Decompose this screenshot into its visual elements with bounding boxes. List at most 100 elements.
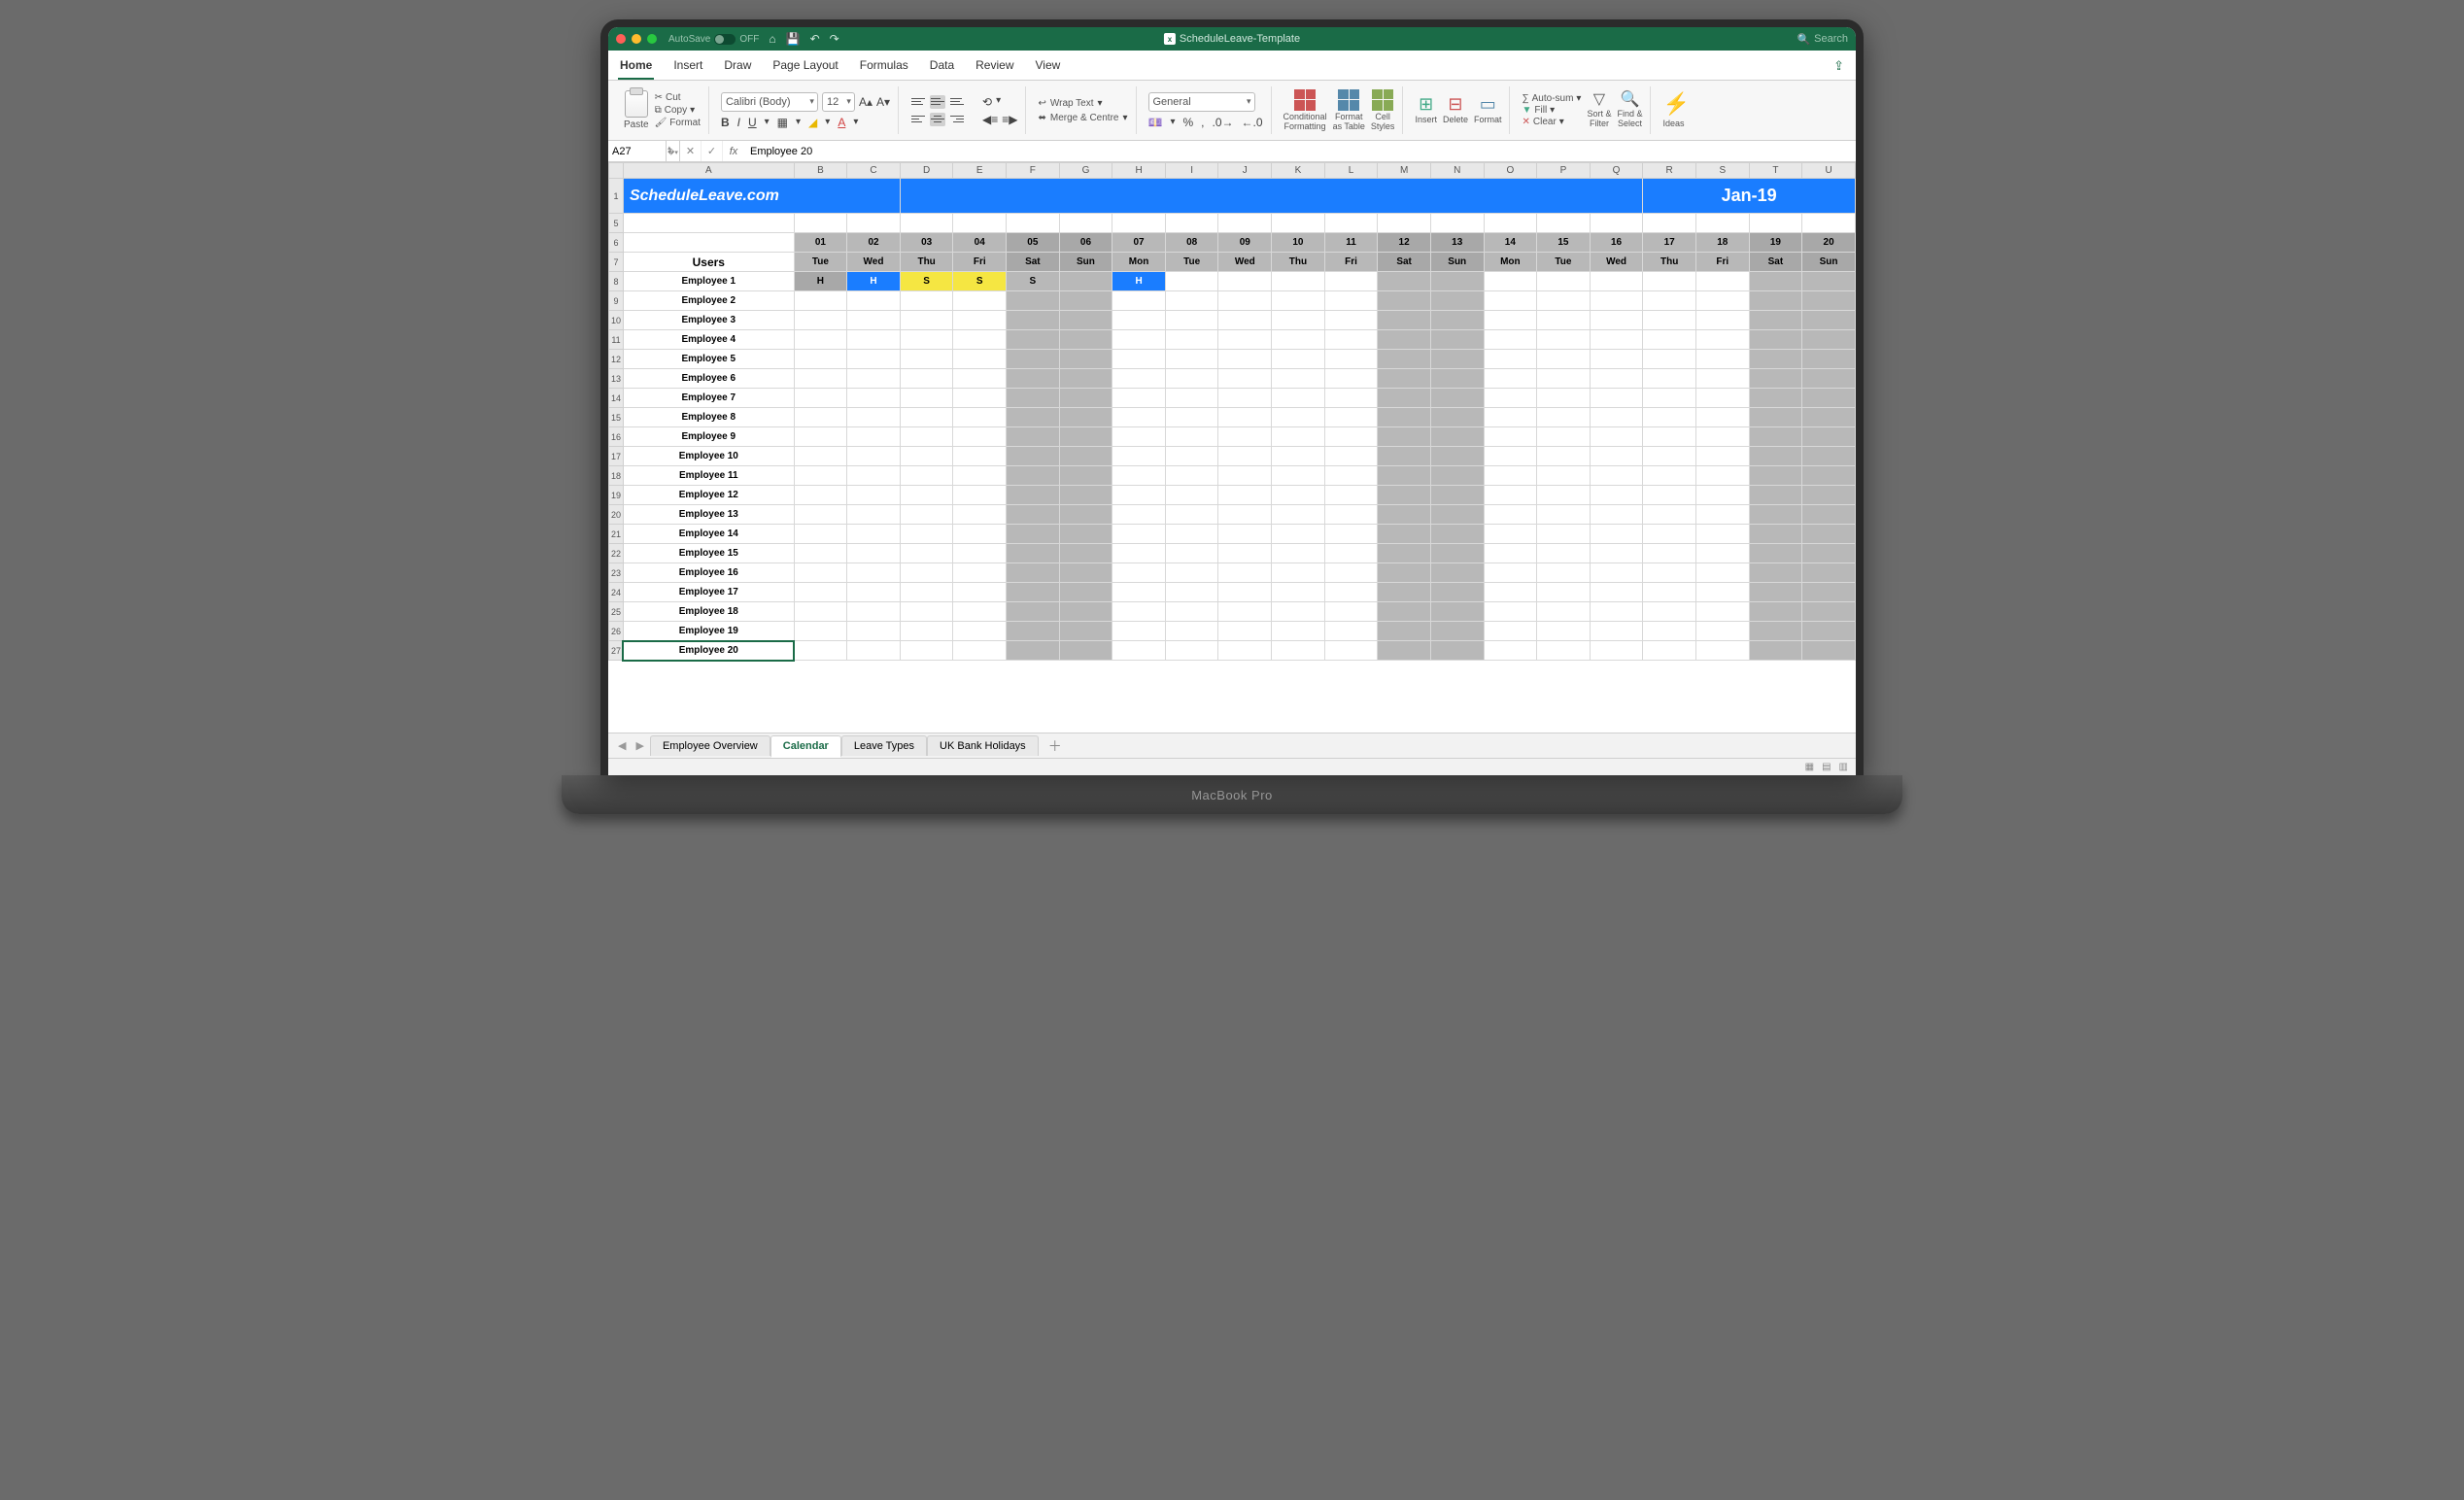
cell[interactable]: 03 — [900, 233, 953, 253]
home-icon[interactable]: ⌂ — [769, 32, 775, 46]
cell[interactable] — [1165, 291, 1218, 311]
cell[interactable] — [1695, 350, 1749, 369]
cell[interactable] — [1378, 272, 1431, 291]
ribbon-tab-formulas[interactable]: Formulas — [858, 54, 910, 80]
cell[interactable] — [623, 214, 794, 233]
cell[interactable] — [1802, 583, 1856, 602]
cell[interactable] — [1749, 350, 1802, 369]
cell[interactable] — [1272, 214, 1325, 233]
col-header-N[interactable]: N — [1430, 163, 1484, 179]
cell[interactable] — [1537, 330, 1591, 350]
cell[interactable] — [1643, 641, 1696, 661]
cell[interactable] — [1430, 369, 1484, 389]
col-header-O[interactable]: O — [1484, 163, 1537, 179]
cell[interactable] — [1484, 447, 1537, 466]
cell[interactable] — [1112, 369, 1166, 389]
cell[interactable] — [1643, 525, 1696, 544]
ribbon-tab-data[interactable]: Data — [928, 54, 956, 80]
increase-font-icon[interactable]: A▴ — [859, 95, 873, 109]
cell[interactable] — [1218, 330, 1272, 350]
cell[interactable] — [1165, 486, 1218, 505]
cell[interactable]: Employee 2 — [623, 291, 794, 311]
cell[interactable] — [1430, 447, 1484, 466]
cell[interactable] — [1378, 544, 1431, 563]
cell[interactable] — [1802, 525, 1856, 544]
cell[interactable]: Fri — [953, 253, 1007, 272]
cell[interactable] — [1378, 447, 1431, 466]
cell[interactable] — [1484, 330, 1537, 350]
cell[interactable] — [900, 408, 953, 427]
cell[interactable] — [1324, 447, 1378, 466]
cell[interactable] — [847, 291, 901, 311]
cell[interactable] — [1695, 505, 1749, 525]
cell[interactable] — [847, 622, 901, 641]
cell-styles-button[interactable]: Cell Styles — [1371, 89, 1395, 132]
cell[interactable] — [1537, 563, 1591, 583]
cell[interactable] — [1590, 330, 1643, 350]
row-header-18[interactable]: 18 — [609, 466, 624, 486]
cell[interactable] — [1643, 408, 1696, 427]
align-middle-icon[interactable] — [930, 95, 945, 109]
cell[interactable] — [953, 369, 1007, 389]
sheet-tab-employee-overview[interactable]: Employee Overview — [650, 735, 770, 756]
row-header-6[interactable]: 6 — [609, 233, 624, 253]
cell[interactable] — [1643, 369, 1696, 389]
cell[interactable] — [1272, 272, 1325, 291]
cell[interactable] — [1218, 466, 1272, 486]
cell[interactable] — [1430, 602, 1484, 622]
cell[interactable] — [1112, 505, 1166, 525]
next-sheet-icon[interactable]: ▶ — [632, 739, 647, 752]
cell[interactable] — [1272, 544, 1325, 563]
cell[interactable] — [1590, 291, 1643, 311]
cell[interactable] — [1165, 447, 1218, 466]
row-header-7[interactable]: 7 — [609, 253, 624, 272]
cell[interactable] — [1165, 408, 1218, 427]
cell[interactable] — [1378, 563, 1431, 583]
cell[interactable] — [1059, 447, 1112, 466]
normal-view-icon[interactable]: ▦ — [1805, 762, 1814, 772]
cell[interactable] — [1324, 525, 1378, 544]
ribbon-tab-home[interactable]: Home — [618, 54, 654, 80]
cell[interactable] — [1112, 427, 1166, 447]
cell[interactable] — [1537, 525, 1591, 544]
cell[interactable] — [1378, 622, 1431, 641]
name-box[interactable]: A27 — [608, 141, 667, 161]
cell[interactable]: Wed — [847, 253, 901, 272]
cell[interactable] — [1590, 311, 1643, 330]
cell[interactable]: 14 — [1484, 233, 1537, 253]
row-header-15[interactable]: 15 — [609, 408, 624, 427]
cell[interactable] — [900, 427, 953, 447]
cell[interactable] — [1007, 525, 1060, 544]
cell[interactable]: H — [847, 272, 901, 291]
cell[interactable]: 19 — [1749, 233, 1802, 253]
cell[interactable] — [847, 525, 901, 544]
col-header-I[interactable]: I — [1165, 163, 1218, 179]
fill-color-icon[interactable]: ◢ — [808, 116, 817, 129]
cell[interactable] — [1430, 505, 1484, 525]
cell[interactable] — [1059, 622, 1112, 641]
select-all-cell[interactable] — [609, 163, 624, 179]
cell[interactable] — [1484, 544, 1537, 563]
col-header-R[interactable]: R — [1643, 163, 1696, 179]
cell[interactable]: H — [1112, 272, 1166, 291]
cell[interactable] — [1590, 563, 1643, 583]
row-header-23[interactable]: 23 — [609, 563, 624, 583]
cell[interactable] — [1218, 486, 1272, 505]
cell[interactable] — [1484, 311, 1537, 330]
cell[interactable] — [1378, 505, 1431, 525]
copy-button[interactable]: ⧉Copy▾ — [655, 105, 701, 116]
row-header-27[interactable]: 27 — [609, 641, 624, 661]
page-break-view-icon[interactable]: ▥ — [1839, 762, 1848, 772]
cell[interactable] — [1165, 389, 1218, 408]
cell[interactable] — [1165, 563, 1218, 583]
cell[interactable] — [1165, 641, 1218, 661]
row-header-21[interactable]: 21 — [609, 525, 624, 544]
cell[interactable] — [847, 466, 901, 486]
cell[interactable] — [1749, 602, 1802, 622]
cell[interactable] — [1695, 466, 1749, 486]
ribbon-tab-view[interactable]: View — [1034, 54, 1063, 80]
cell[interactable]: Employee 8 — [623, 408, 794, 427]
cell[interactable]: Employee 7 — [623, 389, 794, 408]
worksheet[interactable]: ABCDEFGHIJKLMNOPQRSTU1ScheduleLeave.comJ… — [608, 162, 1856, 733]
cell[interactable] — [1218, 447, 1272, 466]
